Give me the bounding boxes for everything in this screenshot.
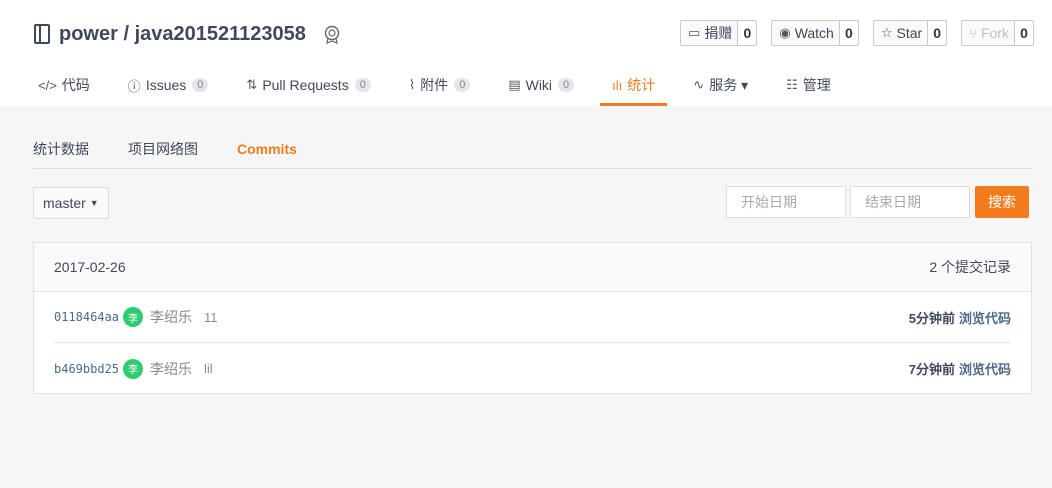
browse-code-link[interactable]: 浏览代码 xyxy=(959,362,1011,377)
tab-label: 管理 xyxy=(802,77,831,93)
tab-manage[interactable]: ☷ 管理 xyxy=(774,64,843,106)
tab-label: 统计 xyxy=(627,77,656,93)
avatar[interactable]: 李 xyxy=(123,307,144,327)
donate-button[interactable]: ▭ 捐赠 0 xyxy=(680,20,758,46)
wiki-icon: ▤ xyxy=(508,77,521,92)
commit-author[interactable]: 李绍乐 xyxy=(150,307,192,327)
fork-label: Fork xyxy=(981,25,1009,41)
donate-count: 0 xyxy=(743,25,752,41)
commit-author[interactable]: 李绍乐 xyxy=(150,359,192,379)
tab-attachments[interactable]: ⌇ 附件 0 xyxy=(397,64,482,106)
manage-icon: ☷ xyxy=(786,77,798,92)
fork-icon: ⑂ xyxy=(969,25,977,41)
caret-down-icon: ▼ xyxy=(89,198,99,208)
code-icon: </> xyxy=(38,77,57,93)
commit-row: b469bbd25 李 李绍乐 lil 7分钟前 浏览代码 xyxy=(54,343,1011,394)
search-button[interactable]: 搜索 xyxy=(975,186,1029,218)
donate-label: 捐赠 xyxy=(704,25,733,41)
tab-count: 0 xyxy=(192,78,209,92)
repo-header: power / java201521123058 ▭ 捐赠 0 ◉ Watch 0 … xyxy=(0,0,1052,106)
tab-statistics[interactable]: ılı 统计 xyxy=(600,64,668,106)
recommend-badge-icon xyxy=(324,25,340,44)
paperclip-icon: ⌇ xyxy=(408,77,416,92)
tab-count: 0 xyxy=(454,78,471,92)
tab-label: 服务 ▾ xyxy=(709,77,749,93)
commits-panel-header: 2017-02-26 2 个提交记录 xyxy=(34,243,1031,292)
tab-code[interactable]: </> 代码 xyxy=(26,64,102,106)
star-button[interactable]: ☆ Star 0 xyxy=(872,20,948,46)
commit-date: 2017-02-26 xyxy=(54,259,126,275)
tab-label: 附件 xyxy=(420,77,449,93)
tab-label: Wiki xyxy=(525,77,553,93)
commit-row: 0118464aa 李 李绍乐 11 5分钟前 浏览代码 xyxy=(54,292,1011,343)
start-date-input[interactable] xyxy=(726,186,846,218)
issue-icon: ⓘ xyxy=(127,78,141,94)
tab-pull-requests[interactable]: ⇅ Pull Requests 0 xyxy=(234,64,382,106)
tab-count: 0 xyxy=(354,78,371,92)
avatar[interactable]: 李 xyxy=(123,358,144,379)
repo-title: power / java201521123058 xyxy=(34,20,342,48)
repo-actions: ▭ 捐赠 0 ◉ Watch 0 ☆ Star 0 ⑂ Fork 0 xyxy=(680,20,1034,46)
branch-label: master xyxy=(43,195,86,211)
commit-message[interactable]: lil xyxy=(204,361,213,376)
eye-icon: ◉ xyxy=(779,25,791,40)
subtab-stats-data[interactable]: 统计数据 xyxy=(33,130,89,168)
star-label: Star xyxy=(896,25,923,41)
commit-time: 7分钟前 xyxy=(908,362,955,377)
branch-select[interactable]: master ▼ xyxy=(33,187,109,219)
donate-icon: ▭ xyxy=(688,25,701,40)
tab-services[interactable]: ∿ 服务 ▾ xyxy=(681,64,760,106)
watch-button[interactable]: ◉ Watch 0 xyxy=(771,20,859,46)
repo-name-link[interactable]: power / java201521123058 xyxy=(59,23,306,46)
commit-time: 5分钟前 xyxy=(908,310,955,326)
browse-code-link[interactable]: 浏览代码 xyxy=(959,311,1011,326)
stats-subnav: 统计数据 项目网络图 Commits xyxy=(33,130,1032,169)
subtab-network-graph[interactable]: 项目网络图 xyxy=(128,130,198,168)
repo-nav: </> 代码 ⓘ Issues 0 ⇅ Pull Requests 0 ⌇ 附件… xyxy=(26,64,857,106)
fork-count: 0 xyxy=(1020,25,1028,41)
pulse-icon: ∿ xyxy=(693,77,705,92)
commit-sha-link[interactable]: b469bbd25 xyxy=(54,362,119,376)
commit-sha-link[interactable]: 0118464aa xyxy=(54,310,119,324)
bar-chart-icon: ılı xyxy=(612,77,623,93)
star-count: 0 xyxy=(933,25,942,41)
fork-button[interactable]: ⑂ Fork 0 xyxy=(961,20,1034,46)
tab-wiki[interactable]: ▤ Wiki 0 xyxy=(496,64,586,106)
star-icon: ☆ xyxy=(880,25,893,40)
commits-panel: 2017-02-26 2 个提交记录 0118464aa 李 李绍乐 11 5分… xyxy=(33,242,1032,394)
commit-count: 2 个提交记录 xyxy=(929,259,1011,275)
repo-book-icon xyxy=(34,24,50,44)
end-date-input[interactable] xyxy=(850,186,970,218)
watch-label: Watch xyxy=(794,25,834,41)
tab-issues[interactable]: ⓘ Issues 0 xyxy=(116,64,221,106)
tab-label: 代码 xyxy=(61,77,90,93)
tab-label: Issues xyxy=(145,77,187,93)
pull-request-icon: ⇅ xyxy=(246,77,258,92)
subtab-commits[interactable]: Commits xyxy=(237,130,297,168)
watch-count: 0 xyxy=(844,25,853,41)
tab-label: Pull Requests xyxy=(262,77,349,93)
tab-count: 0 xyxy=(558,78,575,92)
commit-message[interactable]: 11 xyxy=(204,310,218,325)
